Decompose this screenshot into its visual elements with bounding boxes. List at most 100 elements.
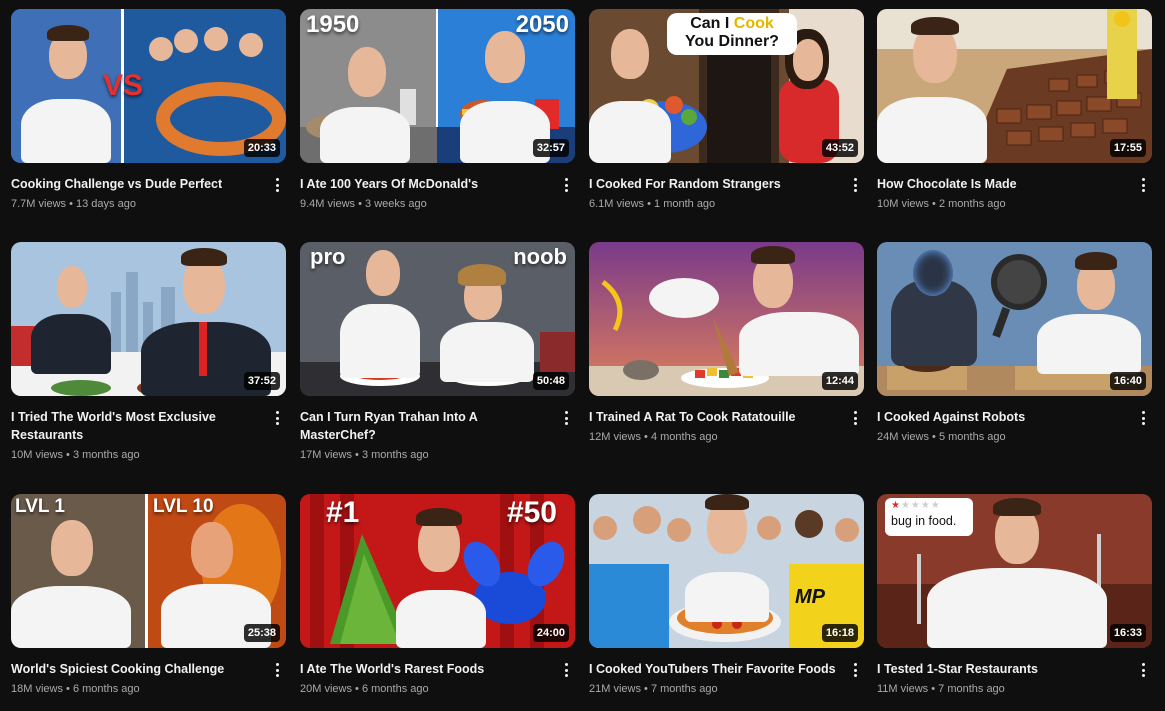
video-card[interactable]: VS 20:33 Cooking Challenge vs Dude Perfe… (11, 9, 286, 212)
more-vert-icon[interactable] (270, 176, 284, 194)
video-stats: 12M views • 4 months ago (589, 429, 840, 445)
thumbnail-text: MP (795, 586, 825, 608)
video-thumbnail[interactable]: MP 16:18 (589, 494, 864, 648)
thumbnail-text: noob (513, 244, 567, 269)
video-thumbnail[interactable]: 16:40 (877, 242, 1152, 396)
upload-age: 2 months ago (938, 198, 1006, 210)
stats-separator: • (932, 431, 936, 443)
video-duration: 32:57 (532, 139, 569, 157)
video-title[interactable]: I Ate 100 Years Of McDonald's (300, 175, 551, 193)
view-count: 17M views (300, 449, 352, 461)
view-count: 24M views (877, 431, 929, 443)
video-thumbnail[interactable]: 1950 2050 32:57 (300, 9, 575, 163)
upload-age: 3 months ago (72, 449, 140, 461)
video-thumbnail[interactable]: 12:44 (589, 242, 864, 396)
video-thumbnail[interactable]: ★★★★★ bug in food. 16:33 (877, 494, 1152, 648)
speech-bubble: Can I Cook You Dinner? (667, 13, 797, 55)
video-meta: I Cooked For Random Strangers 6.1M views… (589, 163, 864, 212)
more-vert-icon[interactable] (559, 661, 573, 679)
thumbnail-text: 2050 (515, 11, 569, 38)
more-vert-icon[interactable] (1136, 409, 1150, 427)
more-vert-icon[interactable] (1136, 176, 1150, 194)
video-meta: How Chocolate Is Made 10M views • 2 mont… (877, 163, 1152, 212)
video-title[interactable]: I Cooked Against Robots (877, 408, 1128, 426)
video-title[interactable]: I Tried The World's Most Exclusive Resta… (11, 408, 262, 444)
stats-separator: • (355, 449, 359, 461)
video-thumbnail[interactable]: 17:55 (877, 9, 1152, 163)
person-hair (993, 498, 1041, 516)
video-thumbnail[interactable]: 37:52 (11, 242, 286, 396)
more-vert-icon[interactable] (270, 661, 284, 679)
video-stats: 17M views • 3 months ago (300, 447, 551, 463)
video-thumbnail[interactable]: #1 #50 24:00 (300, 494, 575, 648)
video-card[interactable]: ★★★★★ bug in food. 16:33 I Tested 1-Star… (877, 494, 1152, 697)
video-duration: 20:33 (243, 139, 280, 157)
video-grid: VS 20:33 Cooking Challenge vs Dude Perfe… (0, 0, 1165, 711)
video-title[interactable]: How Chocolate Is Made (877, 175, 1128, 193)
video-title[interactable]: I Cooked YouTubers Their Favorite Foods (589, 660, 840, 678)
more-vert-icon[interactable] (270, 409, 284, 427)
more-vert-icon[interactable] (848, 409, 862, 427)
person-hair (458, 264, 506, 286)
thumbnail-text: LVL 1 (15, 496, 65, 517)
video-title[interactable]: World's Spiciest Cooking Challenge (11, 660, 262, 678)
upload-age: 5 months ago (938, 431, 1006, 443)
video-card[interactable]: 37:52 I Tried The World's Most Exclusive… (11, 242, 286, 463)
video-duration: 16:40 (1109, 372, 1146, 390)
video-meta: I Tried The World's Most Exclusive Resta… (11, 396, 286, 463)
person-face (57, 266, 87, 308)
person-face (51, 520, 93, 576)
view-count: 10M views (11, 449, 63, 461)
chef-coat (440, 322, 534, 382)
thumbnail-text: pro (310, 244, 346, 269)
video-meta: I Cooked Against Robots 24M views • 5 mo… (877, 396, 1152, 445)
person-hair (705, 494, 749, 510)
view-count: 18M views (11, 683, 63, 695)
person-hair (911, 17, 959, 35)
video-stats: 6.1M views • 1 month ago (589, 196, 840, 212)
view-count: 11M views (877, 683, 929, 695)
video-card[interactable]: Can I Cook You Dinner? 43:52 I Cooked Fo… (589, 9, 864, 212)
video-card[interactable]: pro noob 50:48 Can I Turn Ryan Trahan In… (300, 242, 575, 463)
video-card[interactable]: MP 16:18 I Cooked YouTubers Their Favori… (589, 494, 864, 697)
video-thumbnail[interactable]: pro noob 50:48 (300, 242, 575, 396)
thumbnail-text: #50 (506, 496, 557, 529)
upload-age: 3 weeks ago (365, 198, 427, 210)
video-duration: 16:18 (821, 624, 858, 642)
video-title[interactable]: Can I Turn Ryan Trahan Into A MasterChef… (300, 408, 551, 444)
more-vert-icon[interactable] (848, 661, 862, 679)
person-hair (1075, 252, 1117, 270)
video-duration: 37:52 (243, 372, 280, 390)
video-title[interactable]: I Ate The World's Rarest Foods (300, 660, 551, 678)
stats-separator: • (69, 198, 73, 210)
video-title[interactable]: I Trained A Rat To Cook Ratatouille (589, 408, 840, 426)
video-card[interactable]: 12:44 I Trained A Rat To Cook Ratatouill… (589, 242, 864, 445)
stats-separator: • (931, 683, 936, 695)
person-face (793, 39, 823, 81)
video-card[interactable]: LVL 1 LVL 10 25:38 World's Spiciest Cook… (11, 494, 286, 697)
video-card[interactable]: 17:55 How Chocolate Is Made 10M views • … (877, 9, 1152, 212)
video-thumbnail[interactable]: VS 20:33 (11, 9, 286, 163)
view-count: 9.4M views (300, 198, 356, 210)
more-vert-icon[interactable] (559, 409, 573, 427)
view-count: 12M views (589, 431, 641, 443)
video-title[interactable]: I Cooked For Random Strangers (589, 175, 840, 193)
stats-separator: • (355, 683, 359, 695)
video-card[interactable]: 16:40 I Cooked Against Robots 24M views … (877, 242, 1152, 445)
more-vert-icon[interactable] (1136, 661, 1150, 679)
more-vert-icon[interactable] (559, 176, 573, 194)
video-thumbnail[interactable]: LVL 1 LVL 10 25:38 (11, 494, 286, 648)
video-title[interactable]: I Tested 1-Star Restaurants (877, 660, 1128, 678)
chef-sleeve (649, 278, 719, 318)
chef-coat (396, 590, 486, 648)
video-card[interactable]: #1 #50 24:00 I Ate The World's Rarest Fo… (300, 494, 575, 697)
chef-coat (1037, 314, 1141, 374)
upload-age: 13 days ago (76, 198, 136, 210)
upload-age: 6 months ago (72, 683, 140, 695)
video-meta: I Cooked YouTubers Their Favorite Foods … (589, 648, 864, 697)
more-vert-icon[interactable] (848, 176, 862, 194)
video-thumbnail[interactable]: Can I Cook You Dinner? 43:52 (589, 9, 864, 163)
video-title[interactable]: Cooking Challenge vs Dude Perfect (11, 175, 262, 193)
video-card[interactable]: 1950 2050 32:57 I Ate 100 Years Of McDon… (300, 9, 575, 212)
video-stats: 10M views • 2 months ago (877, 196, 1128, 212)
